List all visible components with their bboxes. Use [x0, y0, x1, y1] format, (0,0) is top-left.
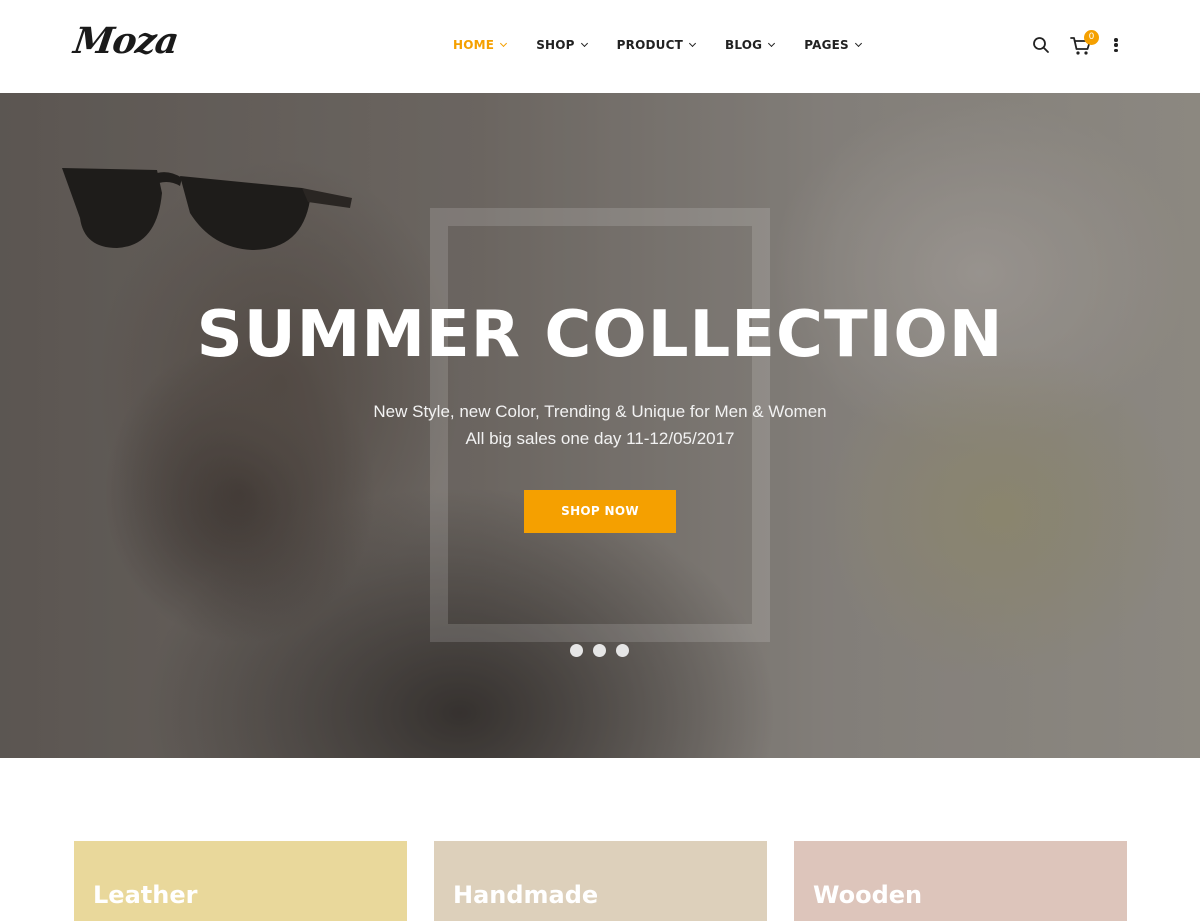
hero-subtitle: New Style, new Color, Trending & Unique … [0, 398, 1200, 452]
shop-now-button[interactable]: SHOP NOW [524, 490, 676, 533]
hero-title: SUMMER COLLECTION [196, 298, 1004, 372]
slider-dot-1[interactable] [570, 644, 583, 657]
nav-item-label: PRODUCT [616, 38, 684, 52]
nav-item-label: PAGES [804, 38, 849, 52]
slider-dot-2[interactable] [593, 644, 606, 657]
category-cards: Leather Handmade Wooden [74, 841, 1127, 921]
header-tools: 0 [1032, 30, 1132, 58]
main-nav: HOME SHOP PRODUCT BLOG PAGES [453, 38, 891, 52]
nav-item-label: HOME [453, 38, 495, 52]
nav-item-shop[interactable]: SHOP [536, 38, 588, 52]
hero-subtitle-line-2: All big sales one day 11-12/05/2017 [465, 429, 735, 448]
chevron-down-icon [688, 39, 697, 47]
slider-dot-3[interactable] [616, 644, 629, 657]
hero-slider: SUMMER COLLECTION New Style, new Color, … [0, 93, 1200, 758]
site-header: Moza HOME SHOP PRODUCT BLOG PAGES 0 [0, 0, 1200, 93]
chevron-down-icon [854, 39, 862, 47]
nav-item-home[interactable]: HOME [453, 38, 508, 52]
chevron-down-icon [768, 39, 776, 47]
chevron-down-icon [500, 39, 508, 47]
cart-count-badge: 0 [1084, 30, 1099, 45]
category-card-title: Handmade [453, 881, 599, 909]
nav-item-product[interactable]: PRODUCT [616, 38, 697, 52]
nav-item-pages[interactable]: PAGES [804, 38, 862, 52]
site-logo[interactable]: Moza [71, 20, 181, 62]
category-card-leather[interactable]: Leather [74, 841, 407, 921]
category-card-title: Leather [93, 881, 198, 909]
search-icon[interactable] [1032, 36, 1050, 54]
slider-pagination [570, 644, 629, 657]
chevron-down-icon [580, 39, 588, 47]
category-card-handmade[interactable]: Handmade [434, 841, 767, 921]
category-card-wooden[interactable]: Wooden [794, 841, 1127, 921]
hero-subtitle-line-1: New Style, new Color, Trending & Unique … [373, 402, 827, 421]
more-vertical-icon[interactable] [1113, 36, 1119, 54]
nav-item-label: SHOP [536, 38, 575, 52]
nav-item-blog[interactable]: BLOG [725, 38, 776, 52]
nav-item-label: BLOG [725, 38, 763, 52]
category-card-title: Wooden [813, 881, 923, 909]
